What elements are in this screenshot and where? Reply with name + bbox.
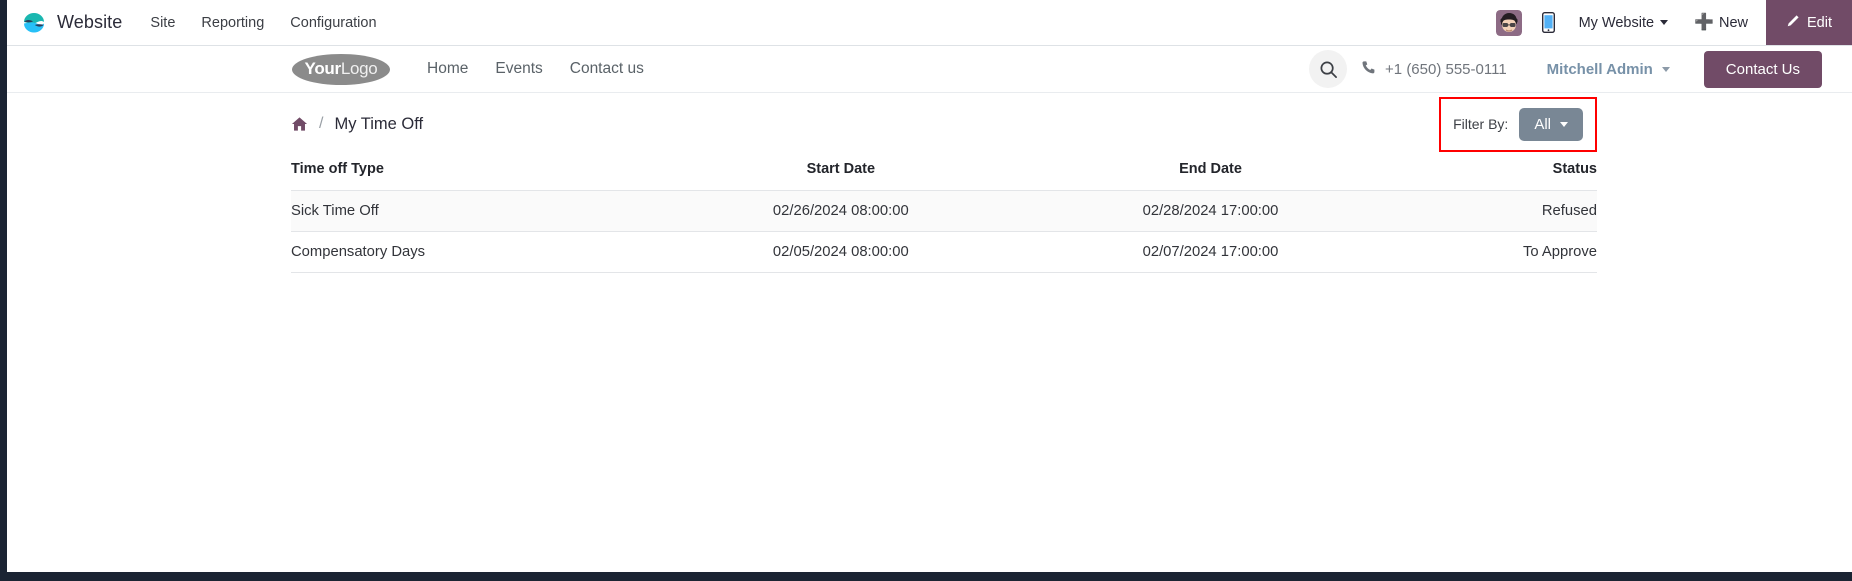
edit-button-label: Edit bbox=[1807, 14, 1832, 31]
cell-start-date: 02/26/2024 08:00:00 bbox=[655, 190, 1026, 232]
cell-end-date: 02/28/2024 17:00:00 bbox=[1025, 190, 1396, 232]
column-header-status: Status bbox=[1552, 161, 1597, 177]
menu-item-configuration[interactable]: Configuration bbox=[290, 15, 376, 31]
backend-navbar: Website Site Reporting Configuration My … bbox=[7, 0, 1852, 46]
chevron-down-icon bbox=[1560, 121, 1568, 127]
table-body: Sick Time Off 02/26/2024 08:00:00 02/28/… bbox=[291, 190, 1597, 273]
cell-time-off-type: Compensatory Days bbox=[291, 231, 656, 273]
app-window: Website Site Reporting Configuration My … bbox=[0, 0, 1852, 581]
column-header-start-date: Start Date bbox=[806, 161, 876, 177]
logo-your-text: Your bbox=[304, 59, 342, 78]
chevron-down-icon bbox=[1661, 66, 1670, 72]
pencil-icon bbox=[1786, 14, 1800, 32]
app-brand-name: Website bbox=[57, 12, 123, 32]
status-badge: Refused bbox=[1395, 190, 1597, 232]
phone-number-label: +1 (650) 555-0111 bbox=[1385, 60, 1507, 78]
time-off-table-wrap: Time off Type Start Date End Date Status… bbox=[37, 161, 1822, 273]
logo-logo-text: Logo bbox=[340, 59, 378, 78]
page-title: My Time Off bbox=[334, 114, 424, 133]
backend-nav-right: My Website ➕ New Edit bbox=[1495, 0, 1852, 45]
breadcrumb-row: / My Time Off Filter By: All bbox=[37, 93, 1822, 155]
cell-start-date: 02/05/2024 08:00:00 bbox=[655, 231, 1026, 273]
filter-by-selected-value: All bbox=[1534, 115, 1551, 133]
phone-number[interactable]: +1 (650) 555-0111 bbox=[1361, 60, 1507, 79]
table-header: Time off Type Start Date End Date Status bbox=[291, 161, 1597, 191]
website-header: Your Logo Home Events Contact us +1 (650… bbox=[7, 46, 1852, 93]
website-menu: Home Events Contact us bbox=[427, 60, 644, 78]
status-badge: To Approve bbox=[1395, 231, 1597, 273]
new-button[interactable]: ➕ New bbox=[1694, 13, 1748, 31]
chevron-down-icon bbox=[1660, 20, 1669, 25]
backend-menu: Site Reporting Configuration bbox=[150, 15, 376, 31]
table-row[interactable]: Compensatory Days 02/05/2024 08:00:00 02… bbox=[291, 231, 1597, 273]
website-header-right: +1 (650) 555-0111 Mitchell Admin Contact… bbox=[1309, 50, 1822, 88]
filter-by-dropdown[interactable]: All bbox=[1519, 107, 1583, 141]
column-header-time-off-type: Time off Type bbox=[291, 161, 384, 177]
search-icon[interactable] bbox=[1309, 50, 1348, 88]
home-icon[interactable] bbox=[291, 116, 308, 132]
contact-us-button[interactable]: Contact Us bbox=[1703, 50, 1822, 88]
page-content: / My Time Off Filter By: All Time off Ty… bbox=[7, 93, 1852, 273]
cell-end-date: 02/07/2024 17:00:00 bbox=[1025, 231, 1396, 273]
mobile-preview-icon[interactable] bbox=[1541, 12, 1555, 33]
column-header-end-date: End Date bbox=[1179, 161, 1242, 177]
table-header-row: Time off Type Start Date End Date Status bbox=[291, 161, 1597, 191]
site-selector-dropdown[interactable]: My Website bbox=[1578, 14, 1669, 31]
table-row[interactable]: Sick Time Off 02/26/2024 08:00:00 02/28/… bbox=[291, 190, 1597, 232]
avatar[interactable] bbox=[1495, 9, 1522, 36]
breadcrumb-separator: / bbox=[319, 115, 324, 132]
phone-icon bbox=[1361, 60, 1376, 79]
site-menu-item-contact-us[interactable]: Contact us bbox=[570, 60, 644, 78]
breadcrumb: / My Time Off bbox=[291, 115, 423, 134]
user-menu-label: Mitchell Admin bbox=[1546, 60, 1653, 78]
site-menu-item-home[interactable]: Home bbox=[427, 60, 468, 78]
filter-by-group: Filter By: All bbox=[1439, 96, 1597, 152]
time-off-table: Time off Type Start Date End Date Status… bbox=[291, 161, 1597, 273]
site-menu-item-events[interactable]: Events bbox=[495, 60, 542, 78]
menu-item-site[interactable]: Site bbox=[150, 15, 175, 31]
cell-time-off-type: Sick Time Off bbox=[291, 190, 656, 232]
logo-ellipse: Your Logo bbox=[292, 53, 390, 85]
menu-item-reporting[interactable]: Reporting bbox=[201, 15, 264, 31]
plus-icon: ➕ bbox=[1694, 13, 1714, 31]
new-button-label: New bbox=[1718, 14, 1748, 31]
filter-by-label: Filter By: bbox=[1453, 116, 1509, 132]
odoo-logo-icon[interactable] bbox=[21, 10, 47, 36]
user-menu[interactable]: Mitchell Admin bbox=[1547, 61, 1670, 78]
site-selector-label: My Website bbox=[1578, 14, 1655, 31]
edit-button[interactable]: Edit bbox=[1766, 0, 1852, 45]
website-logo[interactable]: Your Logo bbox=[292, 53, 390, 85]
